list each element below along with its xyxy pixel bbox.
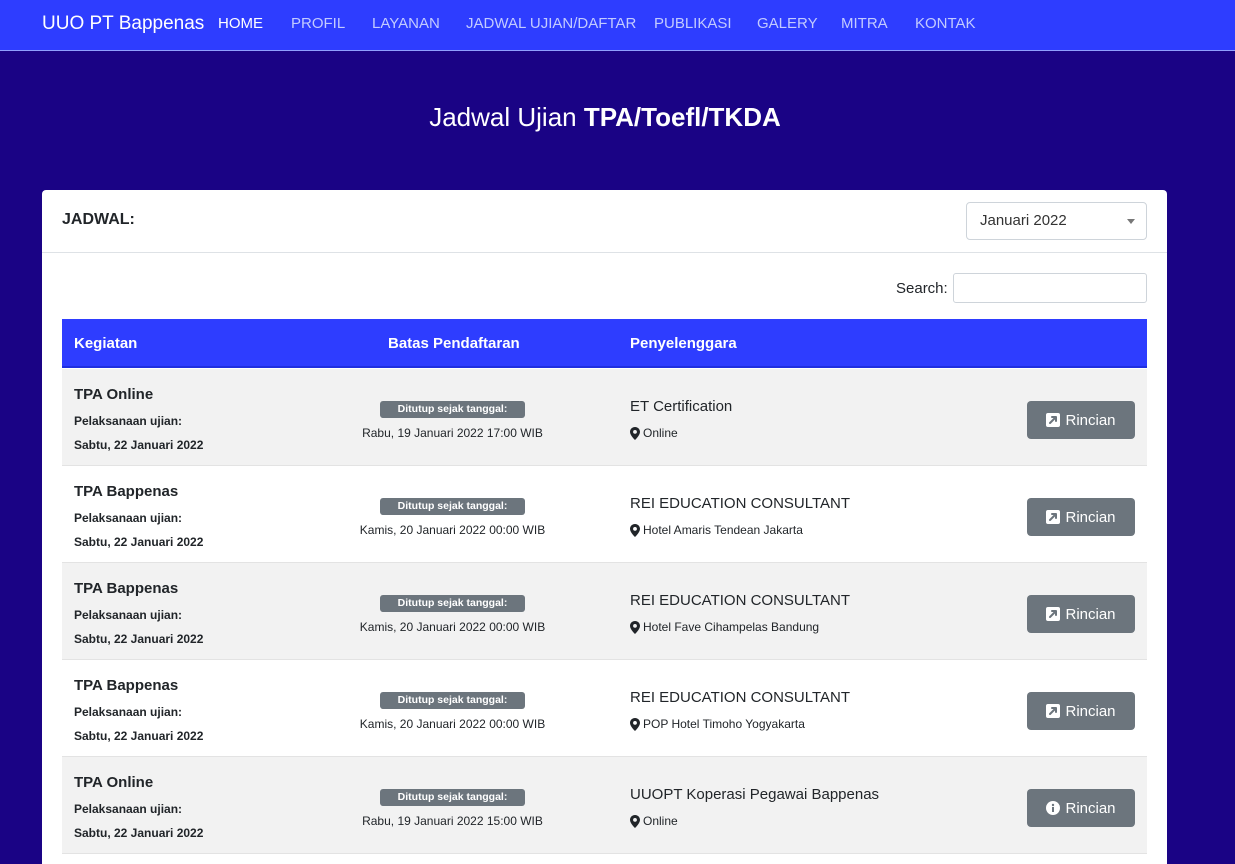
row-location-text: Hotel Fave Cihampelas Bandung: [643, 620, 820, 634]
rincian-button[interactable]: Rincian: [1027, 692, 1135, 730]
top-navbar: UUO PT Bappenas HOME PROFIL LAYANAN JADW…: [0, 0, 1235, 51]
row-pelaksanaan-date: Sabtu, 22 Januari 2022: [74, 632, 204, 646]
table-row: TPA Bappenas Pelaksanaan ujian: Sabtu, 22 …: [62, 466, 1147, 563]
nav-mitra[interactable]: MITRA: [841, 14, 888, 34]
status-badge: Ditutup sejak tanggal:: [380, 401, 525, 418]
row-pelaksanaan-label: Pelaksanaan ujian:: [74, 802, 183, 816]
nav-home[interactable]: HOME: [218, 14, 263, 34]
info-circle-icon: [1046, 801, 1061, 815]
page-title: Jadwal Ujian TPA/Toefl/TKDA: [0, 100, 1210, 134]
header-kegiatan[interactable]: Kegiatan: [74, 335, 137, 353]
row-location: POP Hotel Timoho Yogyakarta: [630, 716, 805, 732]
row-kegiatan: TPA Online: [74, 386, 154, 403]
row-location: Hotel Amaris Tendean Jakarta: [630, 522, 803, 538]
search-input[interactable]: [953, 273, 1147, 303]
map-marker-icon: [630, 814, 640, 828]
nav-profil[interactable]: PROFIL: [291, 14, 345, 34]
row-kegiatan: TPA Online: [74, 774, 154, 791]
row-kegiatan: TPA Bappenas: [74, 483, 179, 500]
row-deadline: Rabu, 19 Januari 2022 17:00 WIB: [362, 426, 543, 440]
row-location-text: Online: [643, 426, 678, 440]
row-location-text: Hotel Amaris Tendean Jakarta: [643, 523, 803, 537]
external-link-icon: [1046, 413, 1061, 427]
nav-jadwal-ujian[interactable]: JADWAL UJIAN/DAFTAR: [466, 14, 636, 34]
header-penyelenggara[interactable]: Penyelenggara: [630, 335, 737, 353]
nav-galery[interactable]: GALERY: [757, 14, 818, 34]
map-marker-icon: [630, 426, 640, 440]
status-badge: Ditutup sejak tanggal:: [380, 498, 525, 515]
row-deadline: Rabu, 19 Januari 2022 15:00 WIB: [362, 814, 543, 828]
row-pelaksanaan-date: Sabtu, 22 Januari 2022: [74, 535, 204, 549]
row-penyelenggara: REI EDUCATION CONSULTANT: [630, 592, 851, 609]
map-marker-icon: [630, 523, 640, 537]
table-row: TPA Online Pelaksanaan ujian: Sabtu, 22 Ja…: [62, 757, 1147, 854]
row-deadline: Kamis, 20 Januari 2022 00:00 WIB: [359, 717, 546, 731]
card-header: JADWAL: Januari 2022: [42, 190, 1167, 253]
row-kegiatan: TPA Bappenas: [74, 677, 179, 694]
nav-publikasi[interactable]: PUBLIKASI: [654, 14, 732, 34]
row-penyelenggara: REI EDUCATION CONSULTANT: [630, 495, 851, 512]
row-pelaksanaan-label: Pelaksanaan ujian:: [74, 511, 183, 525]
rincian-button[interactable]: Rincian: [1027, 789, 1135, 827]
page-title-bold: TPA/Toefl/TKDA: [583, 102, 781, 132]
schedule-card: JADWAL: Januari 2022 Search: Kegiatan Ba…: [42, 190, 1167, 864]
status-badge: Ditutup sejak tanggal:: [380, 595, 525, 612]
month-select-value: Januari 2022: [980, 212, 1067, 229]
month-select[interactable]: Januari 2022: [966, 202, 1147, 240]
map-marker-icon: [630, 620, 640, 634]
table-row: TPA Bappenas Pelaksanaan ujian: Sabtu, 22 …: [62, 660, 1147, 757]
map-marker-icon: [630, 717, 640, 731]
row-pelaksanaan-date: Sabtu, 22 Januari 2022: [74, 729, 204, 743]
rincian-button[interactable]: Rincian: [1027, 401, 1135, 439]
table-row: TPA Online Pelaksanaan ujian: Sabtu, 22 Ja…: [62, 369, 1147, 466]
page-title-prefix: Jadwal Ujian: [429, 102, 584, 132]
table-row: TPA Bappenas Pelaksanaan ujian: Sabtu, 22 …: [62, 563, 1147, 660]
row-pelaksanaan-label: Pelaksanaan ujian:: [74, 705, 183, 719]
external-link-icon: [1046, 510, 1061, 524]
row-location: Online: [630, 425, 678, 441]
row-pelaksanaan-label: Pelaksanaan ujian:: [74, 414, 183, 428]
row-location-text: POP Hotel Timoho Yogyakarta: [643, 717, 805, 731]
rincian-button-label: Rincian: [1065, 411, 1116, 429]
row-kegiatan: TPA Bappenas: [74, 580, 179, 597]
external-link-icon: [1046, 607, 1061, 621]
rincian-button[interactable]: Rincian: [1027, 498, 1135, 536]
row-location: Online: [630, 813, 678, 829]
chevron-down-icon: [1127, 219, 1135, 224]
nav-kontak[interactable]: KONTAK: [915, 14, 976, 34]
status-badge: Ditutup sejak tanggal:: [380, 789, 525, 806]
rincian-button-label: Rincian: [1065, 799, 1116, 817]
row-pelaksanaan-date: Sabtu, 22 Januari 2022: [74, 826, 204, 840]
rincian-button[interactable]: Rincian: [1027, 595, 1135, 633]
rincian-button-label: Rincian: [1065, 508, 1116, 526]
nav-layanan[interactable]: LAYANAN: [372, 14, 440, 34]
search-label: Search:: [896, 280, 948, 297]
brand-logo-text[interactable]: UUO PT Bappenas: [42, 12, 204, 36]
row-deadline: Kamis, 20 Januari 2022 00:00 WIB: [359, 523, 546, 537]
row-penyelenggara: ET Certification: [630, 398, 733, 415]
row-penyelenggara: REI EDUCATION CONSULTANT: [630, 689, 851, 706]
row-location-text: Online: [643, 814, 678, 828]
rincian-button-label: Rincian: [1065, 702, 1116, 720]
row-penyelenggara: UUOPT Koperasi Pegawai Bappenas: [630, 786, 880, 803]
row-pelaksanaan-label: Pelaksanaan ujian:: [74, 608, 183, 622]
row-location: Hotel Fave Cihampelas Bandung: [630, 619, 819, 635]
row-pelaksanaan-date: Sabtu, 22 Januari 2022: [74, 438, 204, 452]
external-link-icon: [1046, 704, 1061, 718]
jadwal-label: JADWAL:: [62, 211, 135, 228]
table-header: Kegiatan Batas Pendaftaran Penyelenggara: [62, 319, 1147, 368]
status-badge: Ditutup sejak tanggal:: [380, 692, 525, 709]
row-deadline: Kamis, 20 Januari 2022 00:00 WIB: [359, 620, 546, 634]
rincian-button-label: Rincian: [1065, 605, 1116, 623]
header-batas-pendaftaran[interactable]: Batas Pendaftaran: [388, 335, 520, 353]
